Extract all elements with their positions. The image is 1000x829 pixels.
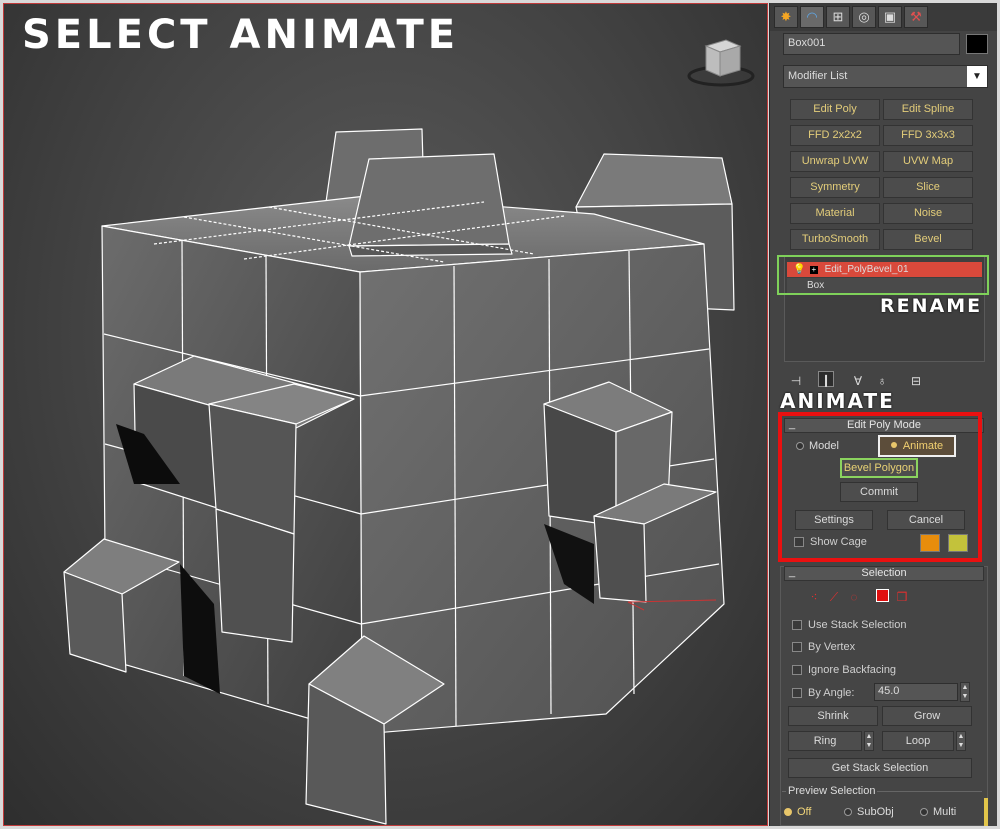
object-name-field[interactable]: Box001 [783, 33, 960, 55]
by-angle-input[interactable]: 45.0 [874, 683, 958, 701]
modifier-button-edit-spline[interactable]: Edit Spline [883, 99, 973, 120]
modifier-button-edit-poly[interactable]: Edit Poly [790, 99, 880, 120]
polygon-icon[interactable] [874, 589, 890, 605]
modifier-list-label: Modifier List [788, 70, 848, 82]
create-tab[interactable]: ✸ [774, 6, 798, 28]
viewcube[interactable] [686, 36, 756, 88]
animate-highlight [778, 412, 982, 562]
overlay-title: SELECT ANIMATE [22, 12, 460, 58]
rollout-title: Selection [861, 567, 907, 579]
command-panel: ✸ ◠ ⊞ ◎ ▣ ⚒ Box001 Modifier List ▼ Edit … [769, 3, 997, 826]
checkbox-label: By Vertex [808, 641, 856, 653]
preview-subobj-radio[interactable]: SubObj [844, 806, 894, 819]
display-icon: ▣ [883, 9, 897, 24]
remove-modifier-icon[interactable]: ♁ [874, 373, 890, 389]
modifier-button-noise[interactable]: Noise [883, 203, 973, 224]
perspective-viewport[interactable]: SELECT ANIMATE [3, 3, 768, 826]
hierarchy-icon: ⊞ [832, 9, 844, 24]
show-end-result-icon[interactable]: ❙ [818, 371, 834, 387]
object-color-swatch[interactable] [966, 34, 988, 54]
preview-off-radio[interactable]: Off [784, 806, 811, 819]
by-angle-spinner[interactable]: ▲ ▼ [960, 682, 970, 702]
configure-sets-icon[interactable]: ⊟ [908, 373, 924, 389]
ring-spinner[interactable]: ▲ ▼ [864, 731, 874, 751]
modifier-button-material[interactable]: Material [790, 203, 880, 224]
preview-selection-title: Preview Selection [786, 785, 878, 797]
element-icon[interactable]: ❒ [894, 589, 910, 605]
modifier-button-turbosmooth[interactable]: TurboSmooth [790, 229, 880, 250]
loop-button[interactable]: Loop [882, 731, 954, 751]
shrink-button[interactable]: Shrink [788, 706, 878, 726]
rename-highlight [777, 255, 989, 295]
chevron-down-icon: ▼ [967, 66, 987, 87]
radio-dot [784, 808, 792, 816]
radio-dot [920, 808, 928, 816]
checkbox-box [792, 620, 802, 630]
ignore-backfacing-checkbox[interactable]: Ignore Backfacing [792, 664, 896, 676]
checkbox-box [792, 665, 802, 675]
hierarchy-tab[interactable]: ⊞ [826, 6, 850, 28]
modifier-list-dropdown[interactable]: Modifier List ▼ [783, 65, 988, 88]
vertex-icon[interactable]: ⁖ [806, 589, 822, 605]
checkbox-label: Ignore Backfacing [808, 664, 897, 676]
checkbox-box [792, 642, 802, 652]
modifier-button-uvw-map[interactable]: UVW Map [883, 151, 973, 172]
utilities-icon: ⚒ [910, 9, 922, 24]
modifier-button-unwrap-uvw[interactable]: Unwrap UVW [790, 151, 880, 172]
by-vertex-checkbox[interactable]: By Vertex [792, 641, 855, 653]
border-icon[interactable]: ◌ [846, 589, 862, 605]
utilities-tab[interactable]: ⚒ [904, 6, 928, 28]
loop-spinner[interactable]: ▲ ▼ [956, 731, 966, 751]
create-icon: ✸ [780, 9, 792, 24]
command-panel-tabs: ✸ ◠ ⊞ ◎ ▣ ⚒ [770, 3, 997, 31]
use-stack-selection-checkbox[interactable]: Use Stack Selection [792, 619, 906, 631]
panel-scrollbar[interactable] [984, 798, 988, 826]
scene-mesh[interactable] [4, 4, 768, 826]
edge-icon[interactable]: ⟋ [826, 589, 842, 605]
make-unique-icon[interactable]: ∀ [850, 373, 866, 389]
motion-tab[interactable]: ◎ [852, 6, 876, 28]
cube-icon [687, 39, 755, 87]
motion-icon: ◎ [858, 9, 870, 24]
preview-multi-radio[interactable]: Multi [920, 806, 956, 819]
collapse-icon: _ [789, 566, 796, 578]
checkbox-label: By Angle: [808, 687, 855, 699]
checkbox-label: Use Stack Selection [808, 619, 907, 631]
get-stack-selection-button[interactable]: Get Stack Selection [788, 758, 972, 778]
selection-header[interactable]: _ Selection [784, 566, 984, 581]
radio-label: Multi [933, 806, 957, 818]
by-angle-checkbox[interactable]: By Angle: [792, 687, 854, 699]
pin-stack-icon[interactable]: ⊣ [788, 373, 804, 389]
modifier-button-ffd-2x2x2[interactable]: FFD 2x2x2 [790, 125, 880, 146]
ring-button[interactable]: Ring [788, 731, 862, 751]
radio-label: Off [797, 806, 812, 818]
modifier-button-ffd-3x3x3[interactable]: FFD 3x3x3 [883, 125, 973, 146]
modify-icon: ◠ [806, 9, 818, 24]
modifier-button-slice[interactable]: Slice [883, 177, 973, 198]
checkbox-box [792, 688, 802, 698]
radio-label: SubObj [857, 806, 894, 818]
modifier-button-bevel[interactable]: Bevel [883, 229, 973, 250]
radio-dot [844, 808, 852, 816]
rename-overlay-label: RENAME [880, 295, 983, 317]
grow-button[interactable]: Grow [882, 706, 972, 726]
animate-overlay-label: ANIMATE [780, 389, 895, 413]
modifier-button-symmetry[interactable]: Symmetry [790, 177, 880, 198]
modify-tab[interactable]: ◠ [800, 6, 824, 28]
display-tab[interactable]: ▣ [878, 6, 902, 28]
